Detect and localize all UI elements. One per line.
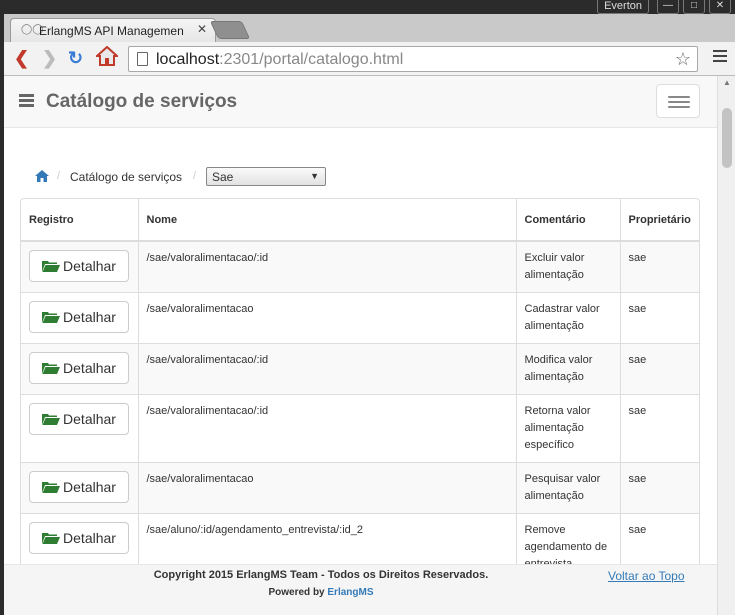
page-title[interactable]: Catálogo de serviços (46, 91, 237, 113)
folder-open-icon (42, 414, 61, 425)
forward-icon[interactable]: ❯ (42, 48, 57, 68)
browser-window: ◯◯ ErlangMS API Managemen ✕ ❮ ❯ ↻ localh… (4, 14, 735, 615)
scroll-up-icon[interactable]: ▲ (723, 78, 731, 87)
services-table: Registro Nome Comentário Proprietário De… (21, 199, 699, 582)
nome-cell: /sae/valoralimentacao/:id (138, 394, 517, 463)
home-icon[interactable] (35, 170, 49, 182)
copyright-text: Copyright 2015 ErlangMS Team - Todos os … (153, 569, 489, 581)
registro-cell: Detalhar (21, 462, 139, 514)
comentario-cell: Modifica valor alimentação (516, 343, 621, 395)
registro-cell: Detalhar (21, 394, 139, 463)
page-scrollbar[interactable]: ▲ (717, 76, 735, 615)
breadcrumb-current: Catálogo de serviços (70, 170, 183, 184)
service-owner-select[interactable]: Sae ▼ (206, 167, 326, 186)
nome-cell: /sae/valoralimentacao (138, 292, 517, 344)
comentario-cell: Excluir valor alimentação (516, 240, 621, 293)
detalhar-button[interactable]: Detalhar (29, 352, 129, 384)
back-icon[interactable]: ❮ (14, 48, 29, 68)
registro-cell: Detalhar (21, 343, 139, 395)
table-row: Detalhar /sae/valoralimentacao Cadastrar… (21, 292, 699, 344)
proprietario-cell: sae (620, 394, 699, 463)
bookmark-star-icon[interactable]: ☆ (675, 49, 691, 70)
dropdown-arrow-icon: ▼ (310, 171, 319, 181)
list-icon (19, 94, 34, 108)
detalhar-button[interactable]: Detalhar (29, 250, 129, 282)
os-user-name[interactable]: Everton (597, 0, 649, 14)
close-icon[interactable]: ✕ (709, 0, 731, 14)
table-header-row: Registro Nome Comentário Proprietário (21, 199, 699, 242)
browser-menu-icon[interactable] (713, 50, 727, 65)
page-viewport: Catálogo de serviços / Catálogo de servi… (4, 76, 717, 615)
tab-close-icon[interactable]: ✕ (197, 22, 207, 36)
folder-open-icon (42, 533, 61, 544)
tab-title: ErlangMS API Managemen (39, 24, 184, 38)
select-value: Sae (212, 170, 234, 184)
breadcrumb-separator: / (193, 170, 197, 182)
table-row: Detalhar /sae/valoralimentacao/:id Modif… (21, 343, 699, 395)
table-row: Detalhar /sae/valoralimentacao/:id Exclu… (21, 240, 699, 293)
maximize-icon[interactable]: □ (683, 0, 705, 14)
browser-toolbar: ❮ ❯ ↻ localhost:2301/portal/catalogo.htm… (4, 42, 735, 76)
browser-tab[interactable]: ◯◯ ErlangMS API Managemen ✕ (10, 18, 216, 42)
detalhar-button[interactable]: Detalhar (29, 403, 129, 435)
detalhar-button[interactable]: Detalhar (29, 522, 129, 554)
nome-cell: /sae/valoralimentacao (138, 462, 517, 514)
proprietario-cell: sae (620, 292, 699, 344)
os-top-bar: Everton — □ ✕ (0, 0, 735, 14)
folder-open-icon (42, 261, 61, 272)
comentario-cell: Pesquisar valor alimentação (516, 462, 621, 514)
folder-open-icon (42, 312, 61, 323)
footer: Copyright 2015 ErlangMS Team - Todos os … (4, 564, 717, 615)
scroll-thumb[interactable] (722, 108, 732, 168)
address-bar[interactable]: localhost:2301/portal/catalogo.html ☆ (128, 46, 698, 72)
column-header-nome: Nome (138, 199, 517, 242)
powered-by-text: Powered by ErlangMS (268, 587, 374, 598)
table-row: Detalhar /sae/valoralimentacao Pesquisar… (21, 462, 699, 514)
table-row: Detalhar /sae/valoralimentacao/:id Retor… (21, 394, 699, 463)
column-header-proprietario: Proprietário (620, 199, 699, 242)
detalhar-button[interactable]: Detalhar (29, 301, 129, 333)
page-icon (137, 52, 148, 66)
comentario-cell: Cadastrar valor alimentação (516, 292, 621, 344)
nome-cell: /sae/valoralimentacao/:id (138, 343, 517, 395)
folder-open-icon (42, 363, 61, 374)
column-header-comentario: Comentário (516, 199, 621, 242)
registro-cell: Detalhar (21, 240, 139, 293)
folder-open-icon (42, 482, 61, 493)
services-table-container: Registro Nome Comentário Proprietário De… (20, 198, 700, 615)
comentario-cell: Retorna valor alimentação específico (516, 394, 621, 463)
column-header-registro: Registro (21, 199, 139, 242)
detalhar-button[interactable]: Detalhar (29, 471, 129, 503)
registro-cell: Detalhar (21, 292, 139, 344)
tab-strip: ◯◯ ErlangMS API Managemen ✕ (4, 14, 735, 42)
url-text[interactable]: localhost:2301/portal/catalogo.html (156, 51, 403, 69)
back-to-top-link[interactable]: Voltar ao Topo (608, 569, 685, 583)
navbar-toggle-button[interactable] (656, 84, 700, 118)
breadcrumb-separator: / (57, 170, 61, 182)
minimize-icon[interactable]: — (657, 0, 679, 14)
proprietario-cell: sae (620, 462, 699, 514)
nome-cell: /sae/valoralimentacao/:id (138, 240, 517, 293)
proprietario-cell: sae (620, 343, 699, 395)
proprietario-cell: sae (620, 240, 699, 293)
reload-icon[interactable]: ↻ (68, 48, 83, 68)
home-page-icon[interactable] (94, 45, 120, 70)
erlangms-link[interactable]: ErlangMS (327, 587, 373, 598)
navbar: Catálogo de serviços (4, 76, 717, 128)
